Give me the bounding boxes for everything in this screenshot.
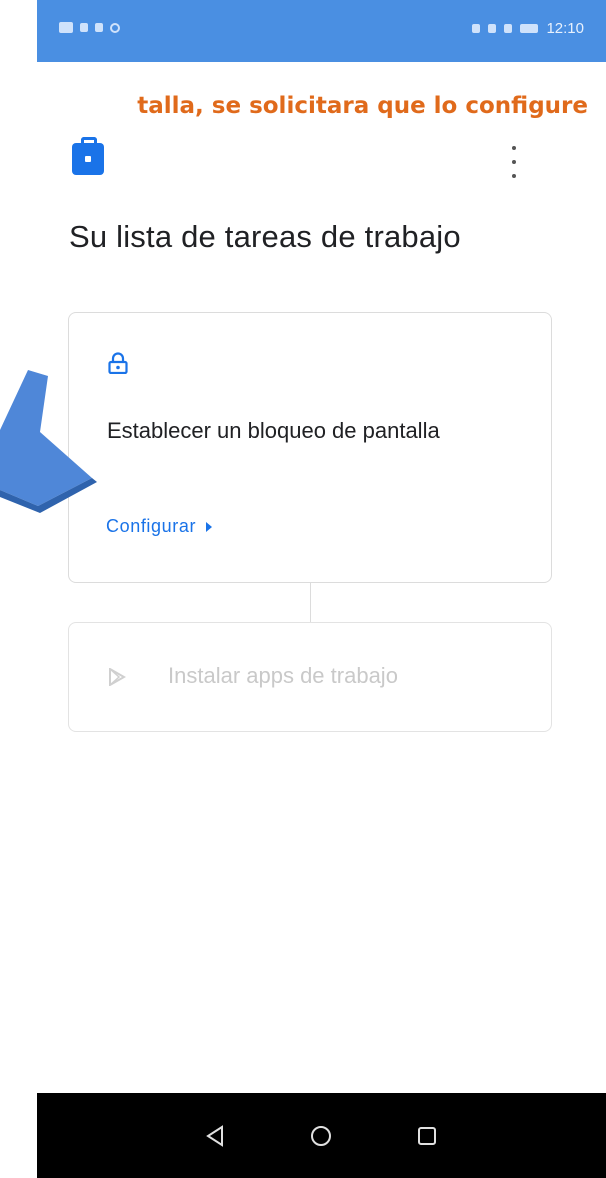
- home-circle-icon: [311, 1125, 331, 1146]
- lock-icon: [108, 352, 128, 374]
- phone-screen: [37, 0, 606, 1178]
- status-time: 12:10: [546, 20, 584, 37]
- briefcase-notification-icon: [95, 23, 103, 32]
- task-connector: [310, 583, 311, 623]
- bluetooth-icon: [488, 24, 497, 33]
- sim-icon: [59, 22, 73, 33]
- configure-button[interactable]: Configurar: [106, 516, 213, 537]
- nav-recents-button[interactable]: [397, 1093, 457, 1178]
- page-title: Su lista de tareas de trabajo: [69, 219, 461, 254]
- work-profile-icon: [472, 24, 481, 33]
- signal-icon: [80, 23, 88, 32]
- system-nav-bar: [37, 1093, 606, 1178]
- status-bar: 12:10: [37, 0, 606, 62]
- task-label-install-apps: Instalar apps de trabajo: [168, 663, 398, 688]
- battery-icon: [520, 24, 539, 33]
- chevron-right-icon: [206, 521, 213, 532]
- vibrate-icon: [504, 24, 513, 33]
- configure-label: Configurar: [106, 516, 197, 536]
- task-label-screen-lock: Establecer un bloqueo de pantalla: [107, 418, 440, 443]
- annotation-caption: talla, se solicitara que lo configure: [0, 93, 588, 119]
- whatsapp-icon: [110, 22, 120, 33]
- pointer-arrow-annotation: [0, 370, 97, 513]
- annotation-text: talla, se solicitara que lo configure: [137, 93, 588, 119]
- play-store-icon: [109, 668, 126, 686]
- more-vert-icon[interactable]: [508, 146, 520, 178]
- briefcase-icon: [72, 137, 104, 175]
- status-right-icons: 12:10: [472, 20, 584, 37]
- nav-back-button[interactable]: [185, 1093, 245, 1178]
- back-triangle-icon: [206, 1124, 223, 1147]
- nav-home-button[interactable]: [291, 1093, 351, 1178]
- status-left-icons: [59, 22, 120, 33]
- recents-square-icon: [418, 1126, 436, 1145]
